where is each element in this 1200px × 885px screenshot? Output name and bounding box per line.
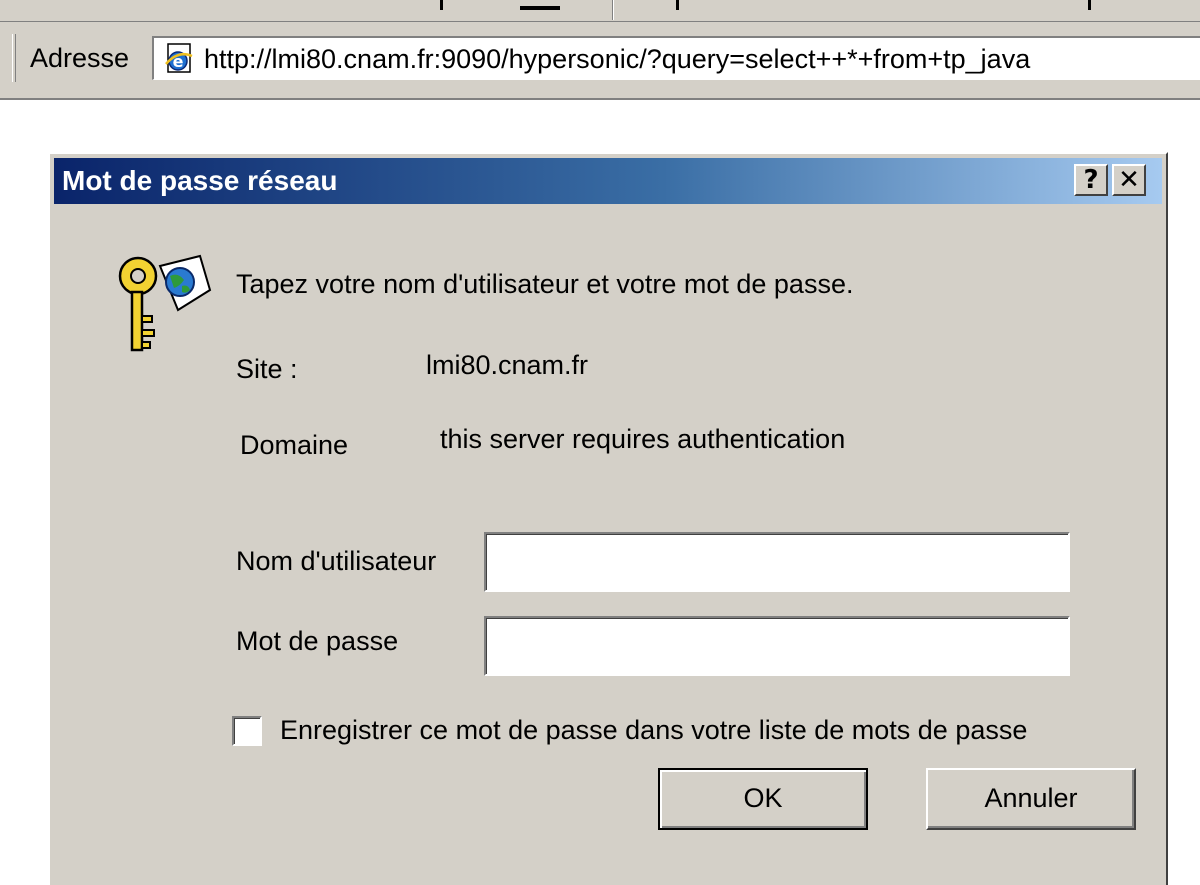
remember-password-label[interactable]: Enregistrer ce mot de passe dans votre l…	[280, 713, 1027, 747]
ok-button[interactable]: OK	[658, 768, 868, 830]
help-button[interactable]: ?	[1074, 164, 1108, 196]
address-url: http://lmi80.cnam.fr:9090/hypersonic/?qu…	[204, 44, 1031, 74]
dialog-title-bar[interactable]: Mot de passe réseau ? ✕	[54, 158, 1162, 204]
toolbar-fragment	[440, 0, 443, 10]
address-label: Adresse	[30, 43, 130, 73]
domain-label: Domaine	[240, 430, 349, 460]
dialog-title: Mot de passe réseau	[62, 165, 338, 196]
ie-page-icon: e	[165, 43, 193, 73]
toolbar-fragment	[676, 0, 679, 10]
remember-password-checkbox[interactable]	[232, 716, 262, 746]
cancel-button[interactable]: Annuler	[926, 768, 1136, 830]
domain-value: this server requires authentication	[440, 424, 846, 454]
address-input[interactable]: e http://lmi80.cnam.fr:9090/hypersonic/?…	[152, 36, 1200, 80]
site-value: lmi80.cnam.fr	[426, 350, 589, 380]
username-field[interactable]	[484, 532, 1070, 592]
toolbar-fragment	[1088, 0, 1091, 10]
browser-chrome: Adresse e http://lmi80.cnam.fr:9090/hype…	[0, 0, 1200, 100]
address-bar-grip[interactable]	[12, 34, 16, 82]
prompt-text: Tapez votre nom d'utilisateur et votre m…	[236, 269, 854, 299]
password-label: Mot de passe	[236, 626, 399, 656]
toolbar-fragment	[520, 6, 560, 10]
username-label: Nom d'utilisateur	[236, 546, 437, 576]
close-button[interactable]: ✕	[1112, 164, 1146, 196]
toolbar-separator	[612, 0, 614, 20]
password-field[interactable]	[484, 616, 1070, 676]
key-globe-icon	[118, 254, 212, 352]
top-toolbar-strip	[0, 0, 1200, 22]
site-label: Site :	[236, 354, 298, 384]
network-password-dialog: Mot de passe réseau ? ✕ Tapez votre nom …	[48, 152, 1168, 885]
address-bar: Adresse e http://lmi80.cnam.fr:9090/hype…	[0, 28, 1200, 88]
